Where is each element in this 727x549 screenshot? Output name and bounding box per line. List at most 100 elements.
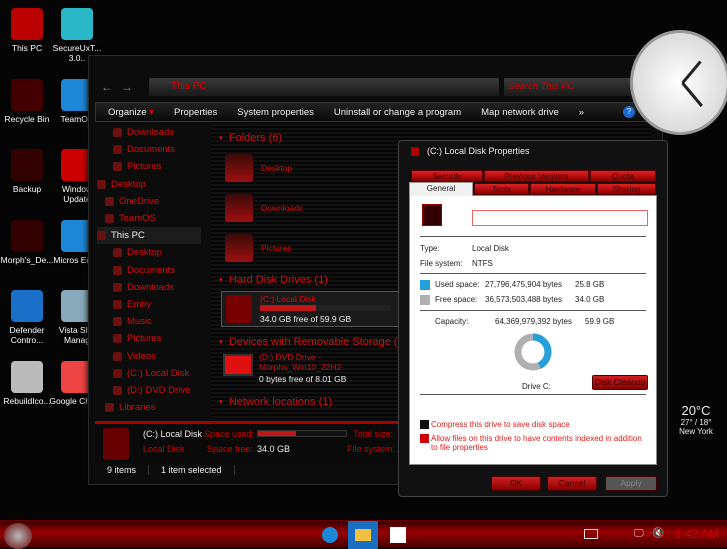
nav-item[interactable]: Videos (97, 347, 201, 364)
navigation-pane: Downloads Documents Pictures Desktop OneDriv… (97, 124, 201, 419)
cancel-button[interactable]: Cancel (547, 476, 597, 491)
ok-button[interactable]: OK (491, 476, 541, 491)
folder-icon (113, 385, 122, 395)
system-properties-button[interactable]: System properties (237, 107, 314, 118)
network-icon[interactable]: 🖵 (634, 528, 644, 539)
shortcut-icon (61, 8, 93, 40)
dialog-title: (C:) Local Disk Properties (427, 146, 530, 156)
group-network[interactable]: Network locations (1) (219, 396, 332, 408)
index-checkbox[interactable] (420, 434, 429, 443)
nav-item-label: Downloads (127, 281, 174, 293)
drive-icon (411, 147, 419, 156)
properties-button[interactable]: Properties (174, 107, 217, 118)
news-icon[interactable] (584, 529, 598, 539)
folder-icon (225, 154, 253, 182)
folder-icon (105, 214, 114, 224)
map-drive-button[interactable]: Map network drive (481, 107, 559, 118)
nav-item[interactable]: This PC (97, 227, 201, 245)
folder-icon (113, 282, 122, 292)
folder-icon (113, 334, 122, 344)
nav-item[interactable]: Documents (97, 141, 201, 158)
volume-name-input[interactable] (472, 210, 648, 226)
desktop-icon-label: Recycle Bin (4, 113, 50, 124)
folder-item[interactable]: Pictures (225, 234, 292, 262)
tab-security[interactable]: Security (411, 170, 483, 182)
group-hdd[interactable]: Hard Disk Drives (1) (219, 274, 328, 286)
nav-item-label: OneDrive (119, 195, 160, 207)
nav-item-label: (D:) DVD Drive (127, 384, 191, 396)
compress-checkbox[interactable] (420, 420, 429, 429)
nav-item[interactable]: Downloads (97, 279, 201, 296)
apply-button[interactable]: Apply (605, 476, 657, 491)
folder-icon (105, 403, 114, 413)
general-panel: Type: Local Disk File system: NTFS Used sp… (409, 195, 657, 465)
nav-item[interactable]: Pictures (97, 330, 201, 347)
c-drive-item[interactable]: (C:) Local Disk 34.0 GB free of 59.9 GB (221, 291, 401, 327)
drive-icon (226, 295, 252, 323)
folder-icon (225, 234, 253, 262)
drive-icon (422, 204, 442, 226)
nav-item[interactable]: (C:) Local Disk (97, 365, 201, 382)
volume-muted-icon[interactable]: 🔇 (652, 528, 664, 539)
desktop-icon-label: Morph's_De... (0, 254, 54, 265)
nav-item[interactable]: Downloads (97, 124, 201, 141)
clock-minute-hand (681, 82, 703, 107)
folder-item[interactable]: Downloads (225, 194, 303, 222)
start-button[interactable] (4, 523, 32, 549)
nav-item[interactable]: Libraries (97, 399, 201, 416)
uninstall-button[interactable]: Uninstall or change a program (334, 107, 461, 118)
tab-general[interactable]: General (409, 182, 473, 196)
tab-tools[interactable]: Tools (474, 183, 529, 195)
shortcut-icon (11, 219, 43, 252)
tab-hardware[interactable]: Hardware (530, 183, 596, 195)
edge-taskbar-icon[interactable] (322, 527, 338, 543)
tab-previous-versions[interactable]: Previous Versions (484, 170, 589, 182)
folder-icon (105, 196, 114, 206)
forward-button[interactable]: → (121, 80, 133, 94)
search-input[interactable]: Search This PC (504, 78, 644, 96)
back-button[interactable]: ← (101, 80, 113, 94)
file-explorer-taskbar-icon[interactable] (348, 521, 378, 549)
address-text: This PC (171, 81, 207, 92)
taskbar: 🖵 🔇 1:42 AM (0, 520, 727, 549)
nav-item[interactable]: Music (97, 313, 201, 330)
tab-quota[interactable]: Quota (590, 170, 656, 182)
folder-icon (97, 179, 106, 189)
drive-icon (103, 428, 129, 460)
folder-icon (113, 317, 122, 327)
nav-item-label: TeamOS (119, 213, 156, 225)
desktop-icon-label: Defender Contro... (9, 325, 45, 345)
nav-item[interactable]: OneDrive (97, 193, 201, 210)
folder-icon (113, 299, 122, 309)
nav-item[interactable]: Pictures (97, 158, 201, 175)
clock-time[interactable]: 1:42 AM (675, 527, 719, 541)
group-folders[interactable]: Folders (6) (219, 132, 282, 144)
nav-item[interactable]: Desktop (97, 244, 201, 261)
nav-item-label: Documents (127, 264, 176, 276)
tab-sharing[interactable]: Sharing (597, 183, 656, 195)
desktop-icon-label: This PC (11, 43, 43, 53)
more-button[interactable]: » (579, 107, 584, 118)
group-removable[interactable]: Devices with Removable Storage (1) (219, 336, 408, 348)
nav-item[interactable]: Desktop (97, 176, 201, 193)
nav-item-label: This PC (111, 230, 145, 242)
desktop-icon-label: Backup (12, 184, 42, 194)
disk-cleanup-button[interactable]: Disk Cleanup (592, 375, 648, 390)
organize-button[interactable]: Organize ▾ (108, 107, 154, 118)
nav-item-label: Videos (127, 350, 156, 362)
used-color-swatch (420, 280, 430, 290)
folder-icon (113, 128, 122, 138)
nav-item[interactable]: Emby (97, 296, 201, 313)
folder-item[interactable]: Desktop (225, 154, 292, 182)
nav-item-label: Music (127, 316, 152, 328)
store-taskbar-icon[interactable] (390, 527, 406, 543)
clock-hour-hand (681, 60, 702, 84)
help-icon[interactable]: ? (623, 106, 635, 118)
d-drive-item[interactable]: (D:) DVD Drive - Morphs_Win10_22H2 0 byt… (221, 352, 421, 390)
address-bar[interactable]: This PC (149, 78, 499, 96)
nav-item[interactable]: Documents (97, 262, 201, 279)
c-drive-usage-bar (260, 305, 390, 311)
nav-item[interactable]: (D:) DVD Drive (97, 382, 201, 399)
nav-item[interactable]: TeamOS (97, 210, 201, 227)
desktop-icon-label: RebuildIco... (3, 395, 51, 406)
